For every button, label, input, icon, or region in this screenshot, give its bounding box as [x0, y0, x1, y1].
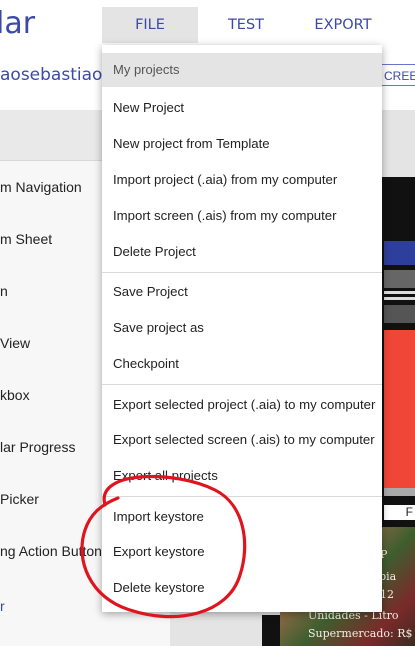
palette-item[interactable]: kbox — [0, 387, 30, 403]
menu-item-save-project[interactable]: Save Project — [102, 274, 382, 310]
palette-item[interactable]: Picker — [0, 491, 39, 507]
menu-item-import-keystore[interactable]: Import keystore — [102, 499, 382, 535]
menu-item-my-projects[interactable]: My projects — [102, 53, 382, 87]
username-label[interactable]: aosebastiao — [0, 65, 102, 85]
preview-divider — [384, 297, 415, 300]
menu-item-new-from-template[interactable]: New project from Template — [102, 126, 382, 162]
preview-photo-text: 12 — [380, 588, 394, 601]
preview-red-block[interactable] — [384, 330, 415, 488]
menu-item-import-screen[interactable]: Import screen (.ais) from my computer — [102, 198, 382, 234]
tab-export[interactable]: EXPORT — [303, 7, 383, 43]
menu-item-delete-keystore[interactable]: Delete keystore — [102, 570, 382, 606]
preview-dark-edge — [262, 615, 280, 646]
menu-item-delete-project[interactable]: Delete Project — [102, 234, 382, 270]
preview-photo-text: Supermercado: R$ — [308, 627, 413, 640]
preview-text[interactable]: F — [384, 505, 415, 520]
menu-item-new-project[interactable]: New Project — [102, 90, 382, 126]
palette-item[interactable]: n — [0, 283, 8, 299]
preview-component[interactable] — [384, 305, 415, 323]
tab-file[interactable]: FILE — [102, 7, 198, 43]
preview-divider — [384, 488, 415, 496]
palette-item[interactable]: m Sheet — [0, 231, 52, 247]
menu-separator — [102, 272, 382, 273]
menu-item-export-screen[interactable]: Export selected screen (.ais) to my comp… — [102, 422, 382, 458]
menu-item-import-project[interactable]: Import project (.aia) from my computer — [102, 162, 382, 198]
menu-item-export-all-projects[interactable]: Export all projects — [102, 458, 382, 494]
app-title: lar — [0, 6, 36, 41]
palette-item[interactable]: lar Progress — [0, 439, 75, 455]
menu-item-checkpoint[interactable]: Checkpoint — [102, 346, 382, 382]
add-screen-button[interactable]: CREE — [380, 64, 415, 86]
menu-item-export-keystore[interactable]: Export keystore — [102, 534, 382, 570]
palette-link[interactable]: r — [0, 598, 5, 614]
preview-divider — [384, 291, 415, 294]
tab-test[interactable]: TEST — [213, 7, 279, 43]
preview-component[interactable] — [384, 270, 415, 288]
palette-item[interactable]: m Navigation — [0, 179, 82, 195]
preview-title-bar — [384, 241, 415, 265]
palette-item[interactable]: View — [0, 335, 30, 351]
menu-separator — [102, 496, 382, 497]
menu-item-save-project-as[interactable]: Save project as — [102, 310, 382, 346]
menu-separator — [102, 384, 382, 385]
palette-item[interactable]: ng Action Button — [0, 543, 102, 559]
menu-item-export-project[interactable]: Export selected project (.aia) to my com… — [102, 387, 382, 423]
file-dropdown-menu: My projects New Project New project from… — [102, 45, 382, 612]
